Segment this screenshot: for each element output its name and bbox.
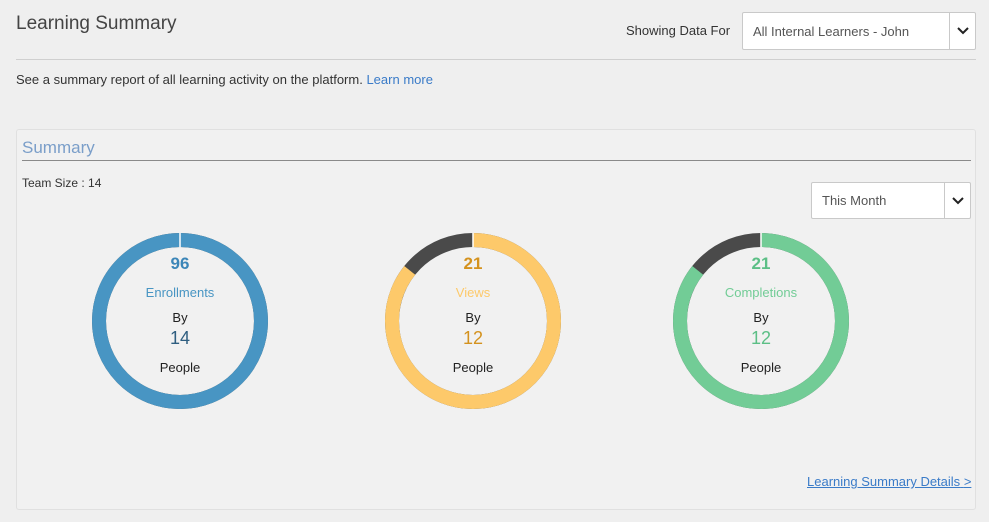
enrollments-people-count: 14 <box>169 328 191 348</box>
summary-panel: Summary Team Size : 14 This Month 96 Enr… <box>16 129 976 510</box>
intro-description: See a summary report of all learning act… <box>16 72 363 87</box>
views-people: People <box>452 360 494 375</box>
showing-data-for-label: Showing Data For <box>626 23 731 38</box>
header-divider <box>16 59 976 60</box>
completions-people-count: 12 <box>750 328 772 348</box>
chevron-down-icon[interactable] <box>949 13 975 49</box>
views-card: 21 Views By 12 People <box>383 231 563 411</box>
page-title: Learning Summary <box>16 13 177 34</box>
enrollments-count: 96 <box>170 254 190 273</box>
period-select[interactable]: This Month <box>811 182 971 219</box>
details-link-text: Learning Summary Details <box>807 474 961 489</box>
learn-more-link[interactable]: Learn more <box>366 72 432 87</box>
completions-by: By <box>753 310 769 325</box>
views-by: By <box>465 310 481 325</box>
intro-text: See a summary report of all learning act… <box>16 72 433 87</box>
views-label: Views <box>455 285 491 300</box>
summary-heading: Summary <box>22 138 95 157</box>
chevron-down-icon[interactable] <box>944 183 970 218</box>
views-count: 21 <box>463 254 483 273</box>
learner-scope-select[interactable]: All Internal Learners - John <box>742 12 976 50</box>
enrollments-people: People <box>159 360 201 375</box>
views-people-count: 12 <box>462 328 484 348</box>
completions-card: 21 Completions By 12 People <box>671 231 851 411</box>
summary-divider <box>22 160 971 161</box>
period-value: This Month <box>822 193 887 208</box>
completions-people: People <box>740 360 782 375</box>
completions-label: Completions <box>724 285 798 300</box>
enrollments-card: 96 Enrollments By 14 People <box>90 231 270 411</box>
enrollments-by: By <box>172 310 188 325</box>
chevron-right-icon: > <box>963 474 972 489</box>
learning-summary-details-link[interactable]: Learning Summary Details > <box>807 474 971 489</box>
team-size: Team Size : 14 <box>22 176 102 190</box>
completions-count: 21 <box>751 254 771 273</box>
enrollments-label: Enrollments <box>145 285 215 300</box>
learner-scope-value: All Internal Learners - John <box>753 23 910 39</box>
